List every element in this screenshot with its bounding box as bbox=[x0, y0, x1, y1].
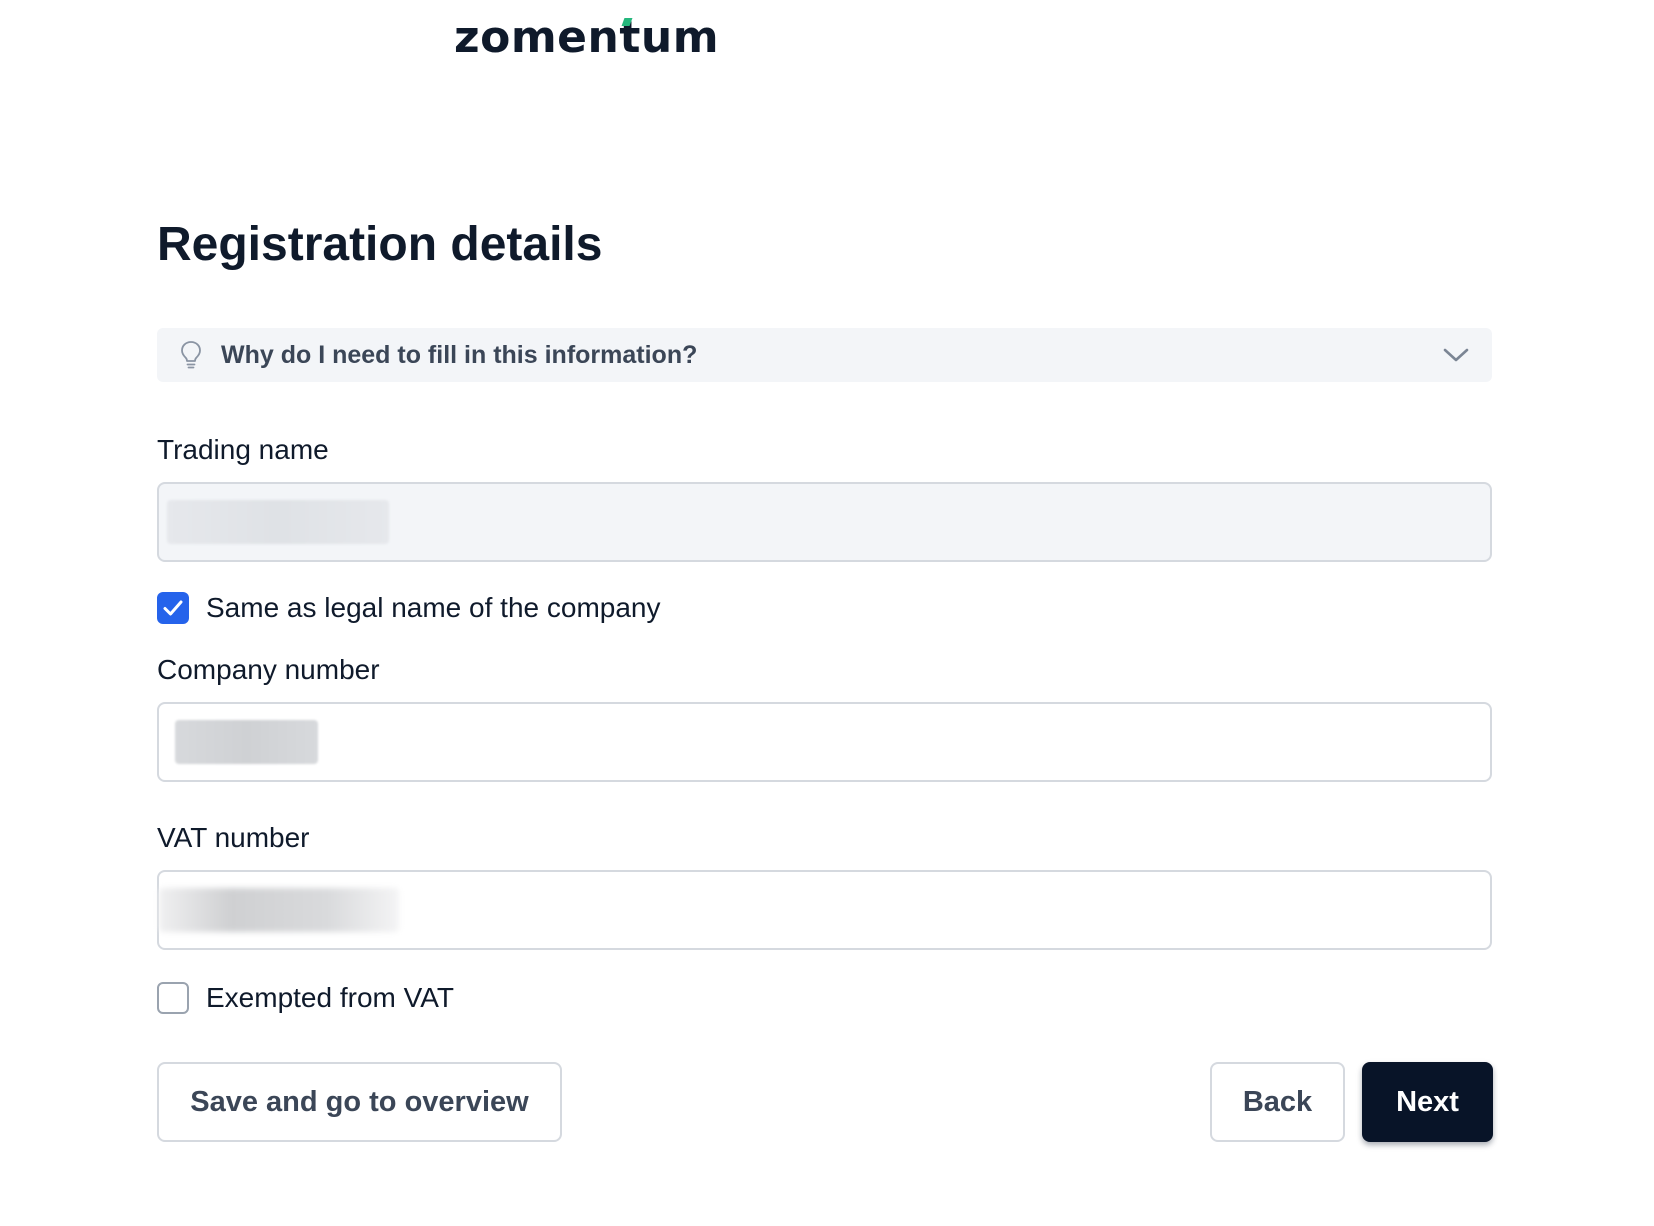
company-number-input[interactable] bbox=[157, 702, 1492, 782]
checkmark-icon bbox=[163, 600, 183, 616]
redacted-value bbox=[175, 720, 318, 764]
zomentum-logo: zomentum bbox=[454, 8, 719, 68]
save-and-overview-button[interactable]: Save and go to overview bbox=[157, 1062, 562, 1142]
redacted-value bbox=[159, 888, 399, 932]
back-button[interactable]: Back bbox=[1210, 1062, 1345, 1142]
vat-exempt-row[interactable]: Exempted from VAT bbox=[157, 982, 1492, 1014]
info-accordion-text: Why do I need to fill in this informatio… bbox=[221, 340, 698, 369]
next-button[interactable]: Next bbox=[1362, 1062, 1493, 1142]
form-actions: Save and go to overview Back Next bbox=[157, 1062, 1493, 1142]
registration-page: zomentum Registration details Why do I n… bbox=[0, 0, 1654, 1226]
redacted-value bbox=[167, 500, 389, 544]
same-as-legal-label: Same as legal name of the company bbox=[206, 592, 661, 623]
trading-name-label: Trading name bbox=[157, 434, 329, 465]
same-as-legal-checkbox[interactable] bbox=[157, 592, 189, 624]
lightbulb-icon bbox=[179, 340, 203, 370]
vat-number-input[interactable] bbox=[157, 870, 1492, 950]
info-accordion[interactable]: Why do I need to fill in this informatio… bbox=[157, 328, 1492, 382]
registration-form: Registration details Why do I need to fi… bbox=[157, 200, 1493, 1142]
vat-exempt-label: Exempted from VAT bbox=[206, 982, 454, 1013]
chevron-down-icon[interactable] bbox=[1442, 341, 1470, 369]
vat-exempt-checkbox[interactable] bbox=[157, 982, 189, 1014]
company-number-label: Company number bbox=[157, 654, 380, 685]
logo-text: zomentum bbox=[454, 12, 720, 63]
page-title: Registration details bbox=[157, 218, 603, 271]
vat-number-label: VAT number bbox=[157, 822, 310, 853]
trading-name-input[interactable] bbox=[157, 482, 1492, 562]
same-as-legal-row[interactable]: Same as legal name of the company bbox=[157, 592, 1492, 624]
